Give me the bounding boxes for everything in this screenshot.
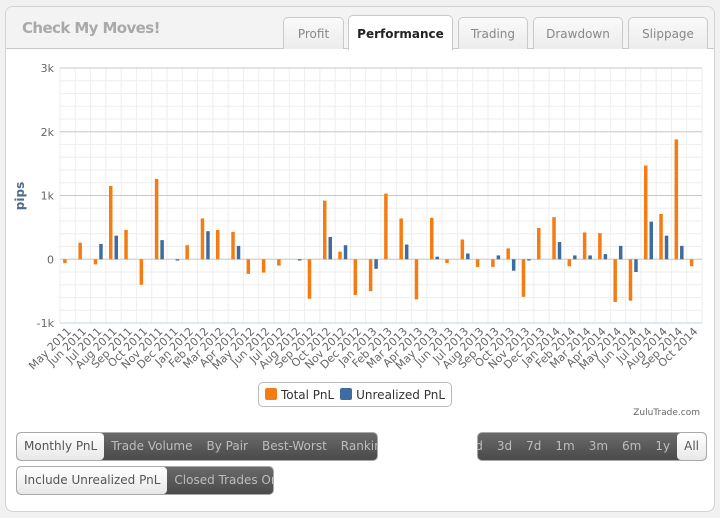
bar-unrealized-pnl (236, 245, 241, 260)
bar-total-pnl (200, 218, 205, 260)
range-6m-button[interactable]: 6m (615, 433, 648, 460)
bar-unrealized-pnl (603, 254, 608, 260)
bar-total-pnl (567, 259, 572, 267)
bar-unrealized-pnl (527, 259, 531, 261)
bar-total-pnl (644, 165, 648, 260)
bar-unrealized-pnl (206, 231, 210, 260)
mode-button-group: Include Unrealized PnL Closed Trades Onl… (16, 466, 274, 495)
bar-total-pnl (231, 231, 235, 260)
range-3d-button[interactable]: 3d (490, 433, 519, 460)
bar-unrealized-pnl (680, 245, 684, 260)
bar-unrealized-pnl (649, 221, 653, 260)
trade-volume-button[interactable]: Trade Volume (104, 433, 199, 460)
bar-unrealized-pnl (496, 255, 501, 260)
bar-total-pnl (598, 233, 602, 260)
bar-total-pnl (445, 259, 449, 264)
range-7d-button[interactable]: 7d (519, 433, 548, 460)
bar-unrealized-pnl (175, 259, 180, 261)
bar-unrealized-pnl (466, 253, 470, 260)
closed-trades-only-button[interactable]: Closed Trades Only (167, 467, 273, 494)
bar-total-pnl (307, 259, 312, 299)
best-worst-button[interactable]: Best-Worst (255, 433, 334, 460)
range-button-group: 1d 3d 7d 1m 3m 6m 1y All (477, 432, 707, 461)
bar-total-pnl (109, 185, 113, 260)
by-pair-button[interactable]: By Pair (200, 433, 255, 460)
bar-total-pnl (414, 259, 419, 300)
bar-unrealized-pnl (343, 245, 348, 260)
bar-total-pnl (261, 259, 266, 273)
bar-total-pnl (537, 228, 541, 260)
bar-total-pnl (323, 200, 327, 260)
monthly-pnl-button[interactable]: Monthly PnL (17, 433, 105, 460)
legend: Total PnL Unrealized PnL (258, 382, 452, 407)
bar-total-pnl (139, 259, 144, 285)
bar-unrealized-pnl (664, 235, 669, 260)
bar-total-pnl (338, 251, 342, 260)
bar-unrealized-pnl (511, 259, 516, 271)
bar-total-pnl (552, 217, 556, 260)
range-1y-button[interactable]: 1y (648, 433, 677, 460)
bar-total-pnl (384, 193, 388, 260)
range-all-button[interactable]: All (677, 433, 706, 460)
bar-unrealized-pnl (99, 243, 103, 260)
y-axis-label: pips (13, 182, 27, 210)
bar-total-pnl (460, 239, 465, 260)
bar-total-pnl (399, 218, 403, 260)
view-button-group: Monthly PnL Trade Volume By Pair Best-Wo… (16, 432, 378, 461)
bar-total-pnl (475, 259, 480, 267)
bar-total-pnl (216, 229, 220, 260)
bar-total-pnl (368, 259, 373, 292)
legend-item-unrealized-pnl[interactable]: Unrealized PnL (340, 387, 445, 402)
bar-unrealized-pnl (374, 259, 378, 269)
bar-unrealized-pnl (404, 244, 409, 260)
bar-unrealized-pnl (618, 245, 623, 260)
y-tick-label: 3k (41, 62, 55, 75)
legend-swatch (264, 387, 277, 400)
bar-total-pnl (674, 139, 679, 260)
bar-total-pnl (628, 259, 633, 301)
legend-item-total-pnl[interactable]: Total PnL (264, 387, 334, 402)
bar-unrealized-pnl (588, 255, 592, 260)
bar-unrealized-pnl (114, 235, 118, 260)
bar-total-pnl (124, 229, 128, 260)
bar-total-pnl (506, 248, 510, 260)
bar-unrealized-pnl (634, 259, 638, 272)
bar-unrealized-pnl (573, 255, 577, 260)
y-tick-label: 2k (41, 126, 55, 139)
bar-total-pnl (63, 259, 67, 264)
range-1m-button[interactable]: 1m (548, 433, 581, 460)
y-tick-label: 0 (47, 253, 54, 266)
include-unrealized-button[interactable]: Include Unrealized PnL (17, 467, 168, 494)
y-tick-label: 1k (41, 190, 55, 203)
bar-total-pnl (154, 178, 159, 260)
bar-total-pnl (491, 259, 495, 267)
bar-total-pnl (353, 259, 358, 295)
bar-total-pnl (613, 259, 617, 302)
bar-total-pnl (277, 259, 281, 266)
credit-link[interactable]: ZuluTrade.com (633, 408, 700, 418)
bar-total-pnl (185, 245, 189, 260)
bar-unrealized-pnl (435, 256, 439, 260)
range-1d-button[interactable]: 1d (478, 433, 490, 460)
bar-total-pnl (689, 259, 694, 267)
bar-total-pnl (659, 213, 663, 260)
bar-total-pnl (430, 217, 434, 260)
bar-chart: 3k2k1k0-1kpipsMay 2011Jun 2011Jul 2011Au… (13, 62, 703, 372)
bar-total-pnl (93, 259, 98, 265)
y-tick-label: -1k (37, 317, 55, 330)
bar-unrealized-pnl (297, 259, 302, 261)
bar-total-pnl (582, 232, 587, 260)
ranking-button[interactable]: Ranking (334, 433, 377, 460)
range-3m-button[interactable]: 3m (582, 433, 615, 460)
legend-swatch (340, 387, 353, 400)
bar-total-pnl (521, 259, 526, 297)
bar-total-pnl (246, 259, 251, 274)
bar-unrealized-pnl (557, 242, 562, 260)
bar-unrealized-pnl (328, 236, 332, 260)
bar-total-pnl (78, 242, 82, 260)
bar-unrealized-pnl (160, 240, 164, 260)
